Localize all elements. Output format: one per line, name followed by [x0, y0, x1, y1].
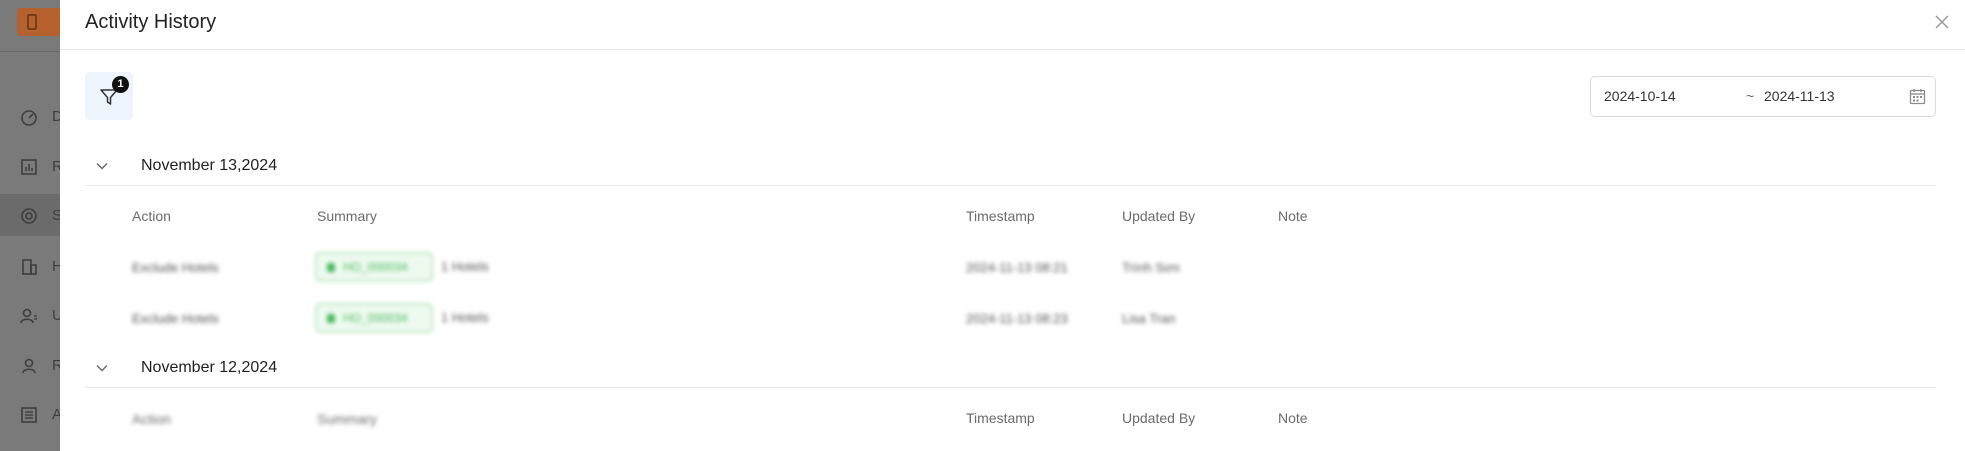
- column-header-summary: Summary: [317, 411, 377, 427]
- background-sidebar: D R S H U R A: [0, 0, 63, 451]
- row-timestamp: 2024-11-13 08:21: [966, 260, 1068, 275]
- user-icon: [22, 358, 36, 374]
- date-range-picker[interactable]: 2024-10-14 ~ 2024-11-13: [1590, 76, 1936, 117]
- modal-title: Activity History: [85, 11, 217, 33]
- row-updated-by: Lisa Tran: [1122, 311, 1176, 326]
- sidebar-item-users: U: [0, 294, 63, 336]
- sidebar-item-hotels: H: [0, 245, 63, 287]
- activity-history-modal: Activity History 1 2024-10-14 ~ 2024-11-…: [60, 0, 1965, 451]
- row-summary-text: 1 Hotels: [441, 310, 489, 325]
- sidebar-item-reports: R: [0, 145, 63, 187]
- row-action: Exclude Hotels: [132, 311, 219, 326]
- column-header-timestamp: Timestamp: [966, 208, 1035, 224]
- close-icon: [1935, 15, 1949, 29]
- column-header-note: Note: [1278, 410, 1308, 426]
- date-separator: ~: [1746, 88, 1755, 104]
- hotel-tag: HO_000034: [315, 303, 433, 333]
- hotel-tag: HO_000034: [315, 252, 433, 282]
- chevron-down-icon[interactable]: [95, 159, 109, 173]
- building-icon: [22, 259, 37, 275]
- row-updated-by: Trình Sơn: [1122, 260, 1180, 275]
- calendar-icon[interactable]: [1909, 88, 1926, 105]
- hotel-icon: [327, 263, 335, 272]
- date-start-input[interactable]: 2024-10-14: [1604, 88, 1676, 104]
- column-header-note: Note: [1278, 208, 1308, 224]
- chart-icon: [21, 159, 37, 175]
- modal-header: Activity History: [60, 0, 1965, 50]
- column-header-action: Action: [132, 411, 171, 427]
- column-header-summary: Summary: [317, 208, 377, 224]
- date-end-input[interactable]: 2024-11-13: [1764, 88, 1835, 104]
- sidebar-item-active: S: [0, 194, 62, 236]
- chevron-down-icon[interactable]: [95, 361, 109, 375]
- list-icon: [21, 407, 37, 423]
- filter-button[interactable]: 1: [85, 72, 133, 120]
- row-timestamp: 2024-11-13 08:23: [966, 311, 1068, 326]
- row-action: Exclude Hotels: [132, 260, 219, 275]
- hotel-icon: [327, 314, 335, 323]
- sidebar-item-roles: R: [0, 344, 63, 386]
- column-header-updated-by: Updated By: [1122, 410, 1196, 426]
- filter-count-badge: 1: [112, 76, 129, 93]
- app-logo: [17, 8, 61, 36]
- close-button[interactable]: [1932, 12, 1952, 32]
- group-header: November 12,2024: [85, 348, 1936, 388]
- sidebar-item-dashboard: D: [0, 95, 63, 137]
- column-header-action: Action: [132, 208, 171, 224]
- column-header-updated-by: Updated By: [1122, 208, 1196, 224]
- column-header-timestamp: Timestamp: [966, 410, 1035, 426]
- group-date: November 12,2024: [141, 359, 278, 376]
- user-list-icon: [20, 308, 37, 324]
- dashboard-icon: [21, 110, 37, 126]
- target-icon: [21, 208, 37, 224]
- group-date: November 13,2024: [141, 157, 278, 174]
- row-summary-text: 1 Hotels: [441, 259, 489, 274]
- group-header: November 13,2024: [85, 146, 1936, 186]
- sidebar-item-activity: A: [0, 393, 62, 435]
